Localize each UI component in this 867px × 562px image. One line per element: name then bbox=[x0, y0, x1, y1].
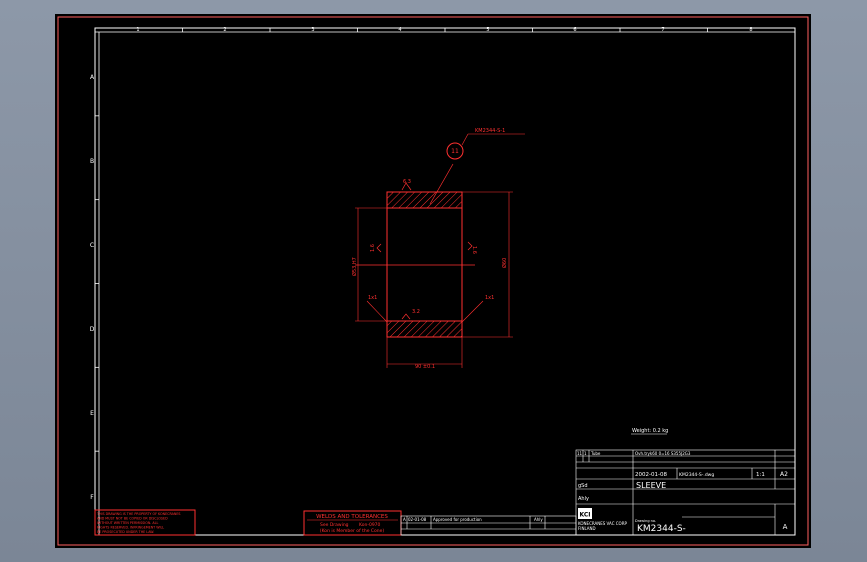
tb-material-spec: Ovh.tryk60 0=16 S355J2G3 bbox=[635, 451, 691, 456]
copyright-warning-box: THIS DRAWING IS THE PROPERTY OF KONECRAN… bbox=[94, 509, 196, 536]
warning-line-1: THIS DRAWING IS THE PROPERTY OF KONECRAN… bbox=[96, 512, 181, 516]
tb-qty: 1 bbox=[584, 451, 587, 456]
tb-drawing-no: KM2344-S- bbox=[637, 524, 686, 534]
welds-line1-left: See Drawing bbox=[320, 522, 349, 528]
warning-line-2: AND MUST NOT BE COPIED OR DISCLOSED bbox=[97, 517, 168, 521]
warning-line-4: RIGHTS RESERVED. INFRINGEMENT WILL bbox=[97, 526, 164, 530]
row-label-E: E bbox=[90, 410, 94, 417]
tb-date: 2002-01-08 bbox=[635, 472, 667, 478]
tb-checked-by: Ahly bbox=[578, 496, 589, 502]
warning-line-5: BE PROSECUTED UNDER THE LAW. bbox=[97, 530, 154, 534]
sleeve-section-view bbox=[355, 133, 525, 368]
welds-line2: (Kon is Member of the Cone) bbox=[320, 528, 385, 534]
column-dividers bbox=[182, 28, 708, 32]
technical-drawing: 1 2 3 4 5 6 7 8 A B C D E F KM2344-S-1 1… bbox=[57, 16, 809, 546]
row-label-F: F bbox=[90, 494, 94, 501]
outer-diameter-dim: Ø60 bbox=[501, 258, 508, 268]
row-label-C: C bbox=[90, 242, 94, 249]
inner-frame bbox=[94, 27, 796, 536]
roughness-symbol-bottom bbox=[401, 313, 411, 320]
chamfer-leader-right bbox=[461, 300, 484, 323]
inner-diameter-dim: Ø53 H7 bbox=[351, 257, 358, 276]
part-ref-label: KM2344-S-1 bbox=[475, 128, 505, 134]
col-label-3: 3 bbox=[311, 27, 314, 33]
row-dividers bbox=[95, 115, 99, 452]
welds-title: WELDS AND TOLERANCES bbox=[316, 514, 388, 520]
revision-block bbox=[400, 515, 577, 536]
tb-drawn-by: gSd bbox=[578, 483, 588, 489]
tb-file: KM2344-S-.dwg bbox=[679, 472, 714, 478]
revision-letter: A bbox=[403, 517, 406, 522]
outer-border bbox=[57, 16, 809, 546]
tb-size: A2 bbox=[780, 471, 788, 478]
tb-material-no: 11 bbox=[577, 451, 583, 456]
col-label-7: 7 bbox=[661, 27, 664, 33]
tb-logo-text: KCI bbox=[579, 512, 590, 519]
roughness-left-label: 1.6 bbox=[370, 244, 376, 252]
roughness-symbol-left bbox=[376, 243, 382, 253]
tb-title: SLEEVE bbox=[636, 481, 666, 490]
col-label-4: 4 bbox=[398, 27, 401, 33]
roughness-right-label: 1.6 bbox=[471, 246, 477, 254]
roughness-top-label: 6.3 bbox=[403, 179, 411, 185]
row-label-A: A bbox=[90, 74, 95, 81]
top-wall-hatch bbox=[386, 191, 463, 209]
chamfer-left-label: 1x1 bbox=[368, 295, 377, 301]
chamfer-leader-left bbox=[366, 300, 388, 323]
col-label-1: 1 bbox=[136, 27, 139, 33]
warning-line-3: WITHOUT WRITTEN PERMISSION. ALL bbox=[97, 521, 158, 525]
col-label-2: 2 bbox=[223, 27, 226, 33]
col-label-5: 5 bbox=[486, 27, 489, 33]
tb-drawing-no-label: Drawing no. bbox=[635, 519, 656, 523]
chamfer-right-label: 1x1 bbox=[485, 295, 494, 301]
row-labels: A B C D E F bbox=[90, 74, 95, 501]
sleeve-outline bbox=[386, 191, 463, 338]
row-label-B: B bbox=[90, 158, 94, 165]
tb-country: FINLAND bbox=[578, 526, 596, 531]
welds-tolerances-box: WELDS AND TOLERANCES See Drawing Kon-097… bbox=[303, 510, 402, 536]
tb-material-type: Tube bbox=[590, 451, 601, 456]
col-label-6: 6 bbox=[573, 27, 576, 33]
tb-revision: A bbox=[783, 523, 788, 531]
row-label-D: D bbox=[90, 326, 95, 333]
tb-scale: 1:1 bbox=[756, 472, 765, 478]
welds-line1-right: Kon-0970 bbox=[359, 522, 381, 528]
col-label-8: 8 bbox=[749, 27, 752, 33]
revision-signed: Ahly bbox=[534, 517, 543, 522]
revision-text: Approved for production bbox=[433, 517, 482, 522]
drawing-sheet: 1 2 3 4 5 6 7 8 A B C D E F KM2344-S-1 1… bbox=[55, 14, 811, 548]
length-dim: 90 ±0.1 bbox=[415, 364, 435, 370]
bottom-wall-hatch bbox=[386, 320, 463, 338]
roughness-bottom-label: 3.2 bbox=[412, 309, 420, 315]
revision-date: 02-01-08 bbox=[408, 517, 427, 522]
weight-note: Weight: 0.2 kg bbox=[632, 428, 668, 434]
balloon-number: 11 bbox=[451, 148, 459, 155]
